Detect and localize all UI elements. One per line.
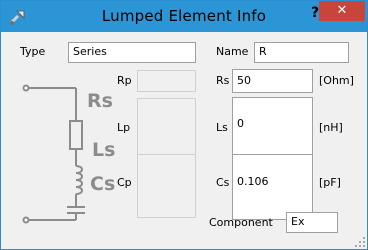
rs-unit: [Ohm] xyxy=(319,74,354,87)
type-label: Type xyxy=(20,45,46,58)
cp-field[interactable] xyxy=(137,154,196,218)
type-field[interactable]: Series xyxy=(68,42,196,63)
title-bar[interactable]: Lumped Element Info ? ✕ xyxy=(1,1,367,32)
resize-grip-icon[interactable] xyxy=(355,237,365,247)
diagram-cs-label: Cs xyxy=(90,173,116,195)
close-button[interactable]: ✕ xyxy=(319,1,365,21)
cs-unit: [pF] xyxy=(319,176,341,189)
cs-label: Cs xyxy=(216,176,230,189)
component-label: Component xyxy=(209,216,273,229)
component-field[interactable]: Ex xyxy=(286,212,338,233)
ls-unit: [nH] xyxy=(319,121,343,134)
rs-label: Rs xyxy=(216,74,230,87)
lp-label: Lp xyxy=(117,121,131,134)
name-label: Name xyxy=(216,45,249,58)
name-field[interactable]: R xyxy=(254,42,349,63)
ls-label: Ls xyxy=(216,121,228,134)
cs-field[interactable]: 0.106 xyxy=(232,154,313,220)
dialog-window: Lumped Element Info ? ✕ Type Series Name… xyxy=(0,0,368,250)
lp-field[interactable] xyxy=(137,98,196,162)
rp-field[interactable] xyxy=(137,70,196,92)
rs-field[interactable]: 50 xyxy=(232,69,313,93)
cp-label: Cp xyxy=(117,176,132,189)
diagram-rs-label: Rs xyxy=(87,90,113,112)
dialog-body: Type Series Name R Rs Ls Cs Rp Lp Cp Rs … xyxy=(1,32,367,249)
diagram-ls-label: Ls xyxy=(92,139,116,161)
rp-label: Rp xyxy=(117,74,132,87)
